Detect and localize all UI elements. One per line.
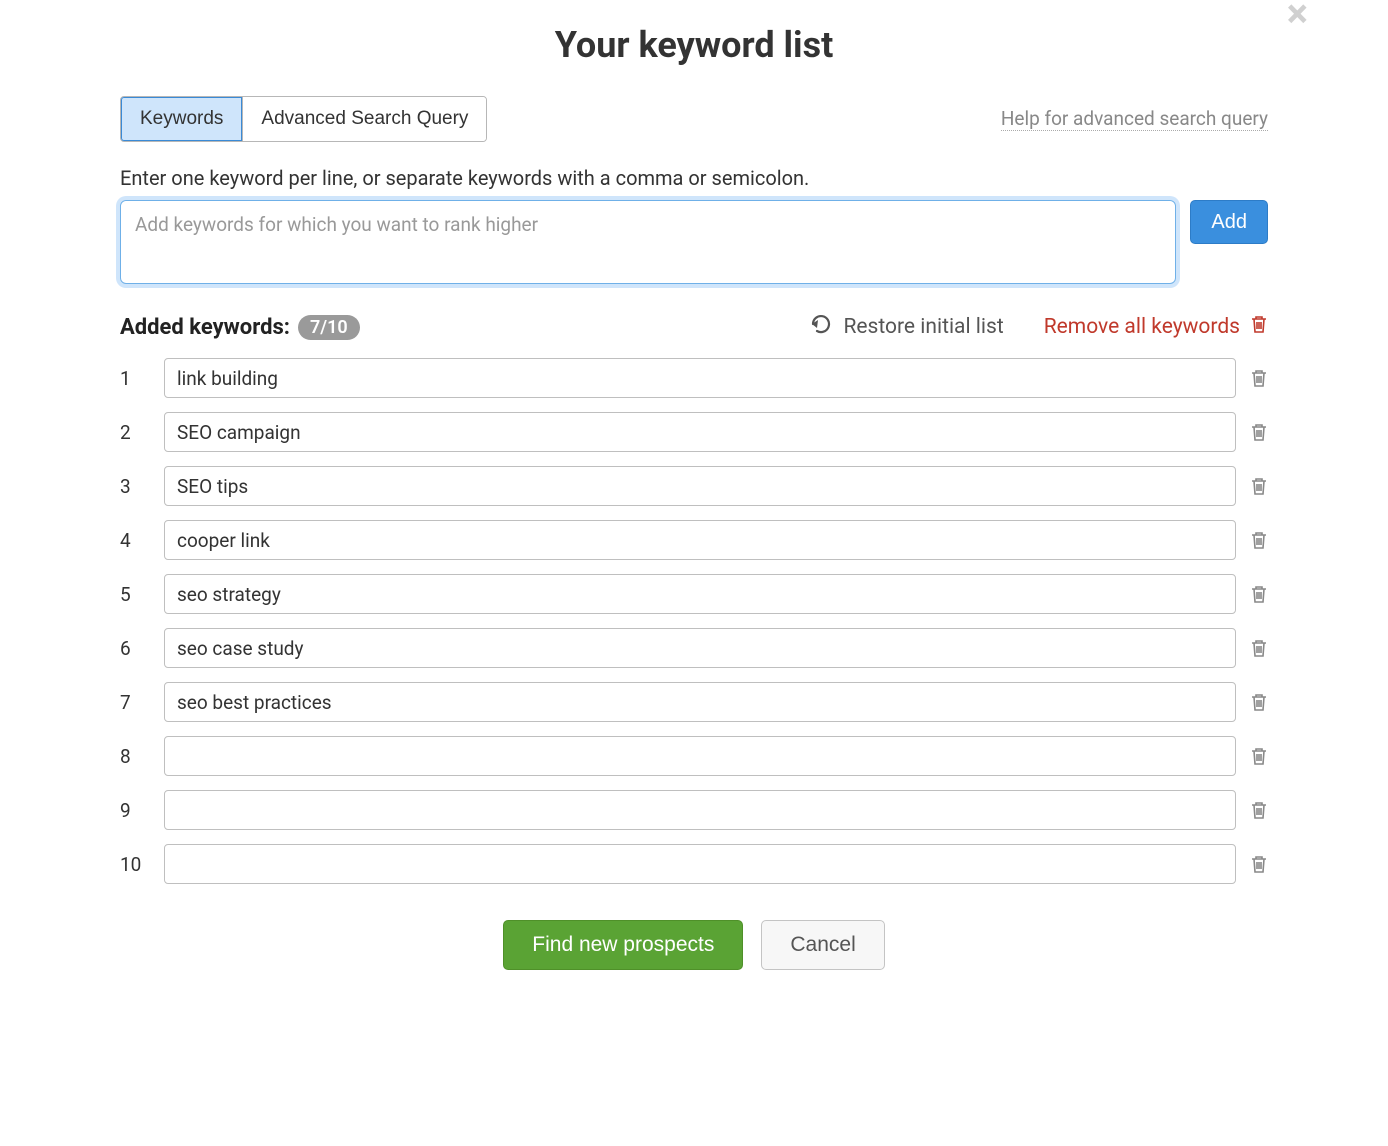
trash-icon[interactable] xyxy=(1250,476,1268,496)
modal-footer: Find new prospects Cancel xyxy=(120,920,1268,970)
remove-all-label: Remove all keywords xyxy=(1044,315,1240,339)
keyword-list: 1 2 3 4 5 6 7 8 9 10 xyxy=(120,358,1268,884)
keyword-row: 1 xyxy=(120,358,1268,398)
close-icon[interactable]: × xyxy=(1287,0,1308,34)
row-number: 1 xyxy=(120,367,150,390)
row-number: 10 xyxy=(120,853,150,876)
keyword-textarea-wrap xyxy=(120,200,1176,284)
keyword-input[interactable] xyxy=(164,358,1236,398)
keyword-textarea[interactable] xyxy=(121,201,1175,279)
tab-advanced-search-query[interactable]: Advanced Search Query xyxy=(242,97,486,141)
keyword-row: 9 xyxy=(120,790,1268,830)
keyword-input[interactable] xyxy=(164,790,1236,830)
added-actions: Restore initial list Remove all keywords xyxy=(809,314,1268,340)
keyword-input[interactable] xyxy=(164,574,1236,614)
trash-icon[interactable] xyxy=(1250,638,1268,658)
help-link[interactable]: Help for advanced search query xyxy=(1001,107,1268,131)
tab-keywords[interactable]: Keywords xyxy=(120,96,243,142)
add-button[interactable]: Add xyxy=(1190,200,1268,244)
row-number: 5 xyxy=(120,583,150,606)
trash-icon[interactable] xyxy=(1250,584,1268,604)
row-number: 9 xyxy=(120,799,150,822)
find-new-prospects-button[interactable]: Find new prospects xyxy=(503,920,743,970)
trash-icon[interactable] xyxy=(1250,692,1268,712)
keyword-input[interactable] xyxy=(164,736,1236,776)
keyword-input[interactable] xyxy=(164,520,1236,560)
row-number: 3 xyxy=(120,475,150,498)
trash-icon[interactable] xyxy=(1250,854,1268,874)
added-keywords-label: Added keywords: xyxy=(120,315,290,340)
keyword-row: 6 xyxy=(120,628,1268,668)
keyword-input[interactable] xyxy=(164,466,1236,506)
row-number: 4 xyxy=(120,529,150,552)
keyword-row: 5 xyxy=(120,574,1268,614)
restore-label: Restore initial list xyxy=(843,315,1003,339)
trash-icon[interactable] xyxy=(1250,368,1268,388)
keyword-input[interactable] xyxy=(164,844,1236,884)
added-header: Added keywords: 7/10 Restore initial lis… xyxy=(120,314,1268,340)
restore-initial-list[interactable]: Restore initial list xyxy=(809,314,1003,340)
keyword-row: 8 xyxy=(120,736,1268,776)
cancel-button[interactable]: Cancel xyxy=(761,920,884,970)
tabs-row: Keywords Advanced Search Query Help for … xyxy=(120,96,1268,142)
trash-icon[interactable] xyxy=(1250,422,1268,442)
modal-title: Your keyword list xyxy=(120,24,1268,66)
keyword-input[interactable] xyxy=(164,628,1236,668)
keyword-input[interactable] xyxy=(164,682,1236,722)
undo-icon xyxy=(809,314,833,340)
row-number: 8 xyxy=(120,745,150,768)
keyword-row: 10 xyxy=(120,844,1268,884)
trash-icon[interactable] xyxy=(1250,800,1268,820)
keyword-row: 3 xyxy=(120,466,1268,506)
trash-icon[interactable] xyxy=(1250,530,1268,550)
keyword-row: 2 xyxy=(120,412,1268,452)
keyword-input[interactable] xyxy=(164,412,1236,452)
tabs: Keywords Advanced Search Query xyxy=(120,96,487,142)
remove-all-keywords[interactable]: Remove all keywords xyxy=(1044,314,1268,340)
add-keyword-row: Add xyxy=(120,200,1268,284)
keyword-row: 4 xyxy=(120,520,1268,560)
trash-icon xyxy=(1250,314,1268,340)
row-number: 7 xyxy=(120,691,150,714)
count-badge: 7/10 xyxy=(298,315,360,340)
row-number: 2 xyxy=(120,421,150,444)
instruction-text: Enter one keyword per line, or separate … xyxy=(120,166,1268,190)
keyword-list-modal: × Your keyword list Keywords Advanced Se… xyxy=(90,0,1298,990)
row-number: 6 xyxy=(120,637,150,660)
trash-icon[interactable] xyxy=(1250,746,1268,766)
keyword-row: 7 xyxy=(120,682,1268,722)
